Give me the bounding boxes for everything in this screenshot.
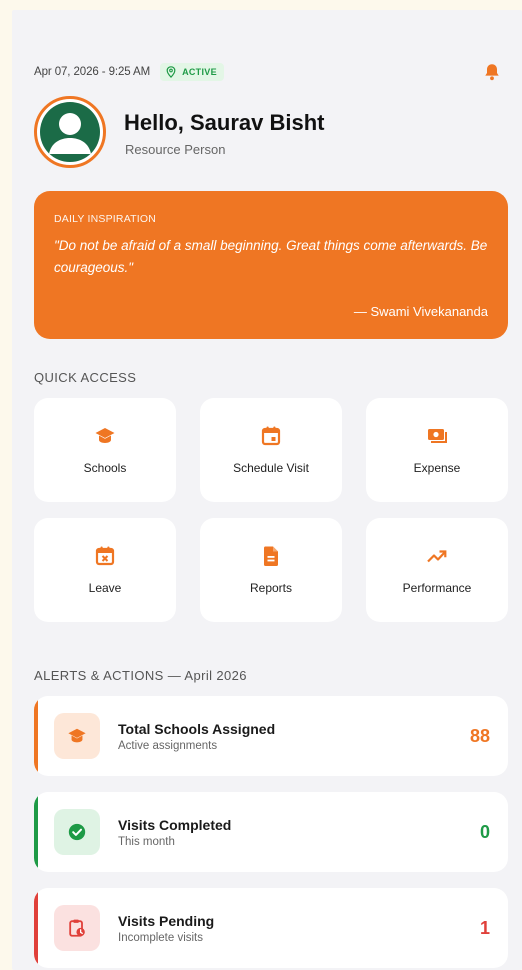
- alert-accent-bar: [34, 792, 38, 872]
- check-circle-icon: [68, 823, 86, 841]
- alert-text: Visits Pending Incomplete visits: [118, 913, 480, 944]
- quick-access-expense[interactable]: Expense: [366, 398, 508, 502]
- quick-access-grid: Schools Schedule Visit Expense Leave Rep…: [34, 398, 508, 622]
- alert-value: 1: [479, 917, 490, 938]
- user-role: Resource Person: [125, 142, 226, 157]
- tile-label: Schedule Visit: [233, 461, 309, 475]
- location-pin-icon: [166, 66, 176, 78]
- app-screen: Apr 07, 2026 - 9:25 AM ACTIVE Hello, Sau…: [12, 10, 522, 970]
- graduation-cap-icon: [95, 428, 115, 443]
- alert-visits-completed[interactable]: Visits Completed This month 0: [34, 792, 508, 872]
- inspiration-kicker: DAILY INSPIRATION: [54, 213, 157, 225]
- alert-total-schools[interactable]: Total Schools Assigned Active assignment…: [34, 696, 508, 776]
- alert-subtitle: Incomplete visits: [118, 931, 204, 944]
- quick-access-schedule-visit[interactable]: Schedule Visit: [200, 398, 342, 502]
- calendar-x-icon: [95, 546, 115, 566]
- alert-title: Visits Pending: [118, 912, 215, 929]
- daily-inspiration-card: DAILY INSPIRATION "Do not be afraid of a…: [34, 191, 508, 339]
- alerts-list: Total Schools Assigned Active assignment…: [34, 696, 508, 970]
- alert-accent-bar: [34, 888, 38, 968]
- alert-value: 88: [469, 725, 490, 746]
- top-bar: Apr 07, 2026 - 9:25 AM ACTIVE: [34, 62, 506, 82]
- cash-icon: [428, 429, 447, 443]
- alert-text: Total Schools Assigned Active assignment…: [118, 721, 470, 752]
- quick-access-title: QUICK ACCESS: [34, 370, 137, 385]
- graduation-cap-icon: [68, 728, 86, 743]
- alert-visits-pending[interactable]: Visits Pending Incomplete visits 1: [34, 888, 508, 968]
- tile-label: Leave: [88, 581, 122, 595]
- inspiration-quote: "Do not be afraid of a small beginning. …: [54, 238, 488, 275]
- datetime-label: Apr 07, 2026 - 9:25 AM: [34, 66, 151, 78]
- alerts-title: ALERTS & ACTIONS — April 2026: [34, 668, 247, 683]
- alert-text: Visits Completed This month: [118, 817, 480, 848]
- alert-title: Total Schools Assigned: [118, 720, 276, 737]
- user-avatar-icon: [40, 102, 100, 162]
- tile-label: Expense: [413, 461, 461, 475]
- status-badge-label: ACTIVE: [182, 67, 217, 77]
- calendar-icon: [261, 426, 281, 446]
- document-icon: [263, 546, 278, 566]
- alert-icon-box: [54, 905, 100, 951]
- clipboard-clock-icon: [69, 919, 85, 937]
- alert-value: 0: [479, 821, 490, 842]
- tile-label: Performance: [402, 581, 472, 595]
- alert-icon-box: [54, 713, 100, 759]
- avatar[interactable]: [34, 96, 106, 168]
- tile-label: Reports: [249, 581, 293, 595]
- alert-accent-bar: [34, 696, 38, 776]
- inspiration-author: — Swami Vivekananda: [353, 304, 488, 319]
- quick-access-schools[interactable]: Schools: [34, 398, 176, 502]
- status-badge: ACTIVE: [160, 63, 224, 81]
- alert-title: Visits Completed: [118, 816, 232, 833]
- alert-subtitle: This month: [118, 835, 175, 848]
- tile-label: Schools: [83, 461, 127, 475]
- quick-access-leave[interactable]: Leave: [34, 518, 176, 622]
- trending-up-icon: [427, 550, 447, 563]
- alert-icon-box: [54, 809, 100, 855]
- greeting-title: Hello, Saurav Bisht: [124, 110, 325, 135]
- bell-icon[interactable]: [482, 62, 502, 82]
- quick-access-reports[interactable]: Reports: [200, 518, 342, 622]
- alert-subtitle: Active assignments: [118, 739, 218, 752]
- quick-access-performance[interactable]: Performance: [366, 518, 508, 622]
